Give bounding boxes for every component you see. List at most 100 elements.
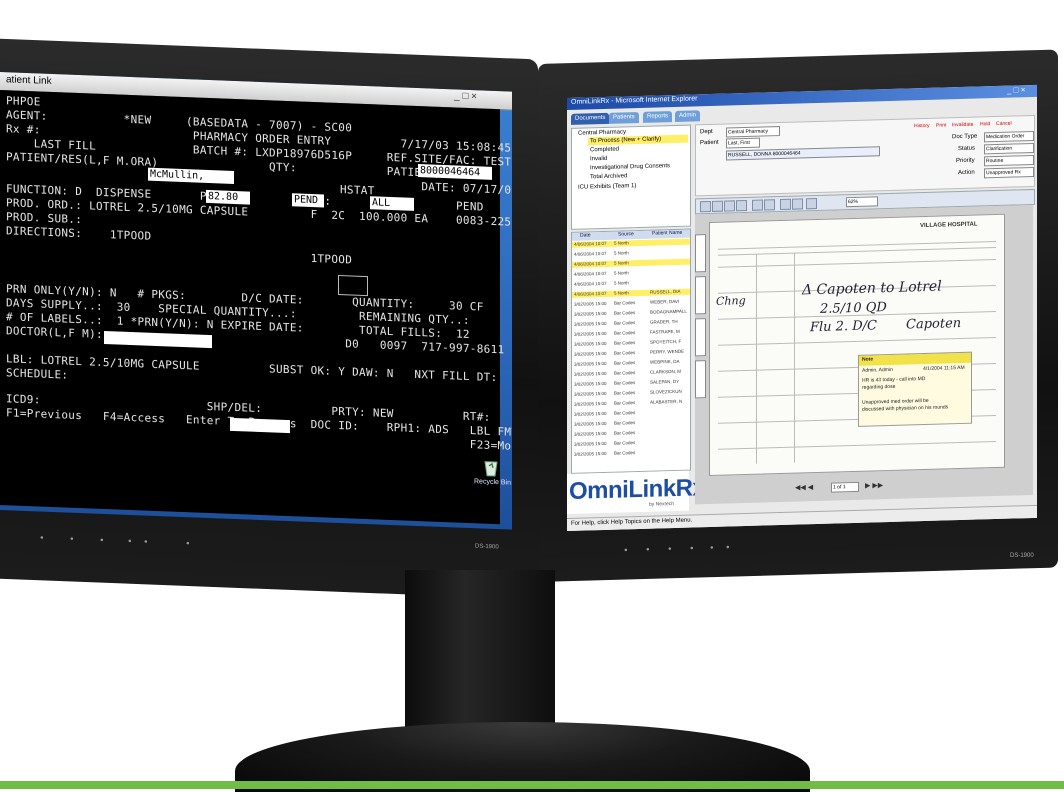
queue-row[interactable]: 3/02/2005 15:00 Bar Codes GRADER, TH xyxy=(572,319,690,328)
terminal-window-title: atient Link xyxy=(6,74,52,87)
rotate-icon[interactable] xyxy=(736,199,747,212)
note-author: Admin, Admin xyxy=(862,366,893,374)
terminal-area[interactable]: PHPOE AGENT: *NEW (BASEDATA - 7007) - SC… xyxy=(0,90,512,525)
monitor-button[interactable]: ● xyxy=(70,536,74,542)
queue-row[interactable]: 4/06/2004 10:07 5 North xyxy=(572,269,690,278)
patient-search-field[interactable]: Last, First xyxy=(726,137,760,149)
pan-icon[interactable] xyxy=(792,198,803,210)
queue-row[interactable]: 4/06/2004 10:07 5 North xyxy=(572,258,690,268)
monitor-button[interactable]: ● xyxy=(726,545,730,551)
queue-row[interactable]: 3/02/2005 15:00 Bar Codes xyxy=(572,409,690,418)
monitor-button[interactable]: ● xyxy=(128,539,132,545)
queue-row[interactable]: 3/02/2005 15:00 Bar Codes SALEPAN, DY xyxy=(572,379,690,388)
status-select[interactable]: Clarification xyxy=(984,142,1034,155)
queue-row[interactable]: 3/02/2005 15:00 Bar Codes WEBPINK, DA xyxy=(572,359,690,368)
power-button[interactable]: ● xyxy=(186,541,190,547)
patient-panel: Dept Central Pharmacy Patient Last, Firs… xyxy=(695,114,1035,197)
queue-row[interactable]: 4/06/2004 10:07 5 North RUSSELL, DIA xyxy=(572,288,690,298)
print-icon[interactable] xyxy=(712,200,723,212)
tab-patients[interactable]: Patients xyxy=(609,111,639,124)
action-select[interactable]: Unapproved Rx xyxy=(984,166,1034,179)
queue-row[interactable]: 3/02/2005 15:00 Bar Codes xyxy=(572,429,690,438)
queue-row[interactable]: 4/06/2004 10:07 5 North xyxy=(572,249,690,258)
next-page-icon[interactable]: ▶ ▶▶ xyxy=(865,481,883,490)
save-icon[interactable] xyxy=(700,200,711,213)
zoom-icon[interactable] xyxy=(780,198,791,211)
side-tab[interactable] xyxy=(695,318,706,357)
tree-item[interactable]: ICU Exhibits (Team 1) xyxy=(578,183,636,191)
zoom-level[interactable]: 62% xyxy=(846,196,878,208)
hold-link[interactable]: Hold xyxy=(980,121,990,127)
monitor-button[interactable]: ● xyxy=(624,548,628,554)
queue-cell: 3/02/2005 15:00 xyxy=(574,400,607,407)
priority-label: Priority xyxy=(956,157,975,165)
queue-row[interactable]: 3/02/2005 15:00 Bar Codes SLOVEZICKUN xyxy=(572,389,690,398)
tree-item[interactable]: Total Archived xyxy=(590,173,627,180)
queue-row[interactable]: 3/02/2005 15:00 Bar Codes xyxy=(572,419,690,428)
page-indicator[interactable]: 1 of 1 xyxy=(831,481,859,493)
prev-page-icon[interactable]: ◀◀ ◀ xyxy=(795,483,813,492)
queue-cell: GRADER, TH xyxy=(650,318,678,325)
copy-icon[interactable] xyxy=(724,200,735,212)
dept-select[interactable]: Central Pharmacy xyxy=(726,126,780,138)
plan-field[interactable]: PEND xyxy=(292,193,324,208)
annotate-icon[interactable] xyxy=(752,199,763,211)
fit-icon[interactable] xyxy=(806,198,817,210)
doctor-field[interactable] xyxy=(104,330,212,349)
monitor-button[interactable]: ● xyxy=(668,546,672,552)
queue-col-source[interactable]: Source xyxy=(618,231,634,237)
queue-row[interactable]: 3/02/2005 15:00 Bar Codes xyxy=(572,439,690,448)
window-controls-icon[interactable]: _ □ × xyxy=(1007,85,1025,95)
doc-type-select[interactable]: Medication Order xyxy=(984,130,1034,143)
priority-select[interactable]: Routine xyxy=(984,154,1034,167)
doc-id-field[interactable] xyxy=(230,417,290,434)
tab-documents[interactable]: Documents xyxy=(571,112,610,125)
queue-cell: 4/06/2004 10:07 xyxy=(574,240,607,247)
queue-row[interactable]: 3/02/2005 15:00 Bar Codes ALABASTER, N xyxy=(572,399,690,408)
queue-cell: Bar Codes xyxy=(614,450,636,456)
highlight-icon[interactable] xyxy=(764,199,775,211)
patient-name-field[interactable]: McMullin, Patty xyxy=(148,167,234,194)
window-controls-icon[interactable]: _ □ × xyxy=(454,90,477,102)
side-tab[interactable] xyxy=(695,360,706,399)
monitor-button[interactable]: ● xyxy=(144,539,148,545)
queue-row[interactable]: 3/02/2005 15:00 Bar Codes FASTRAPE, M xyxy=(572,329,690,338)
queue-row[interactable]: 3/02/2005 15:00 Bar Codes PERRY, WENDE xyxy=(572,349,690,358)
patient-record[interactable]: RUSSELL, DONNA 8000046464 xyxy=(726,146,880,161)
invalidate-link[interactable]: Invalidate xyxy=(952,122,973,129)
action-label: Action xyxy=(958,169,975,177)
queue-row[interactable]: 3/02/2005 15:00 Bar Codes xyxy=(572,449,690,458)
handwriting: 2.5/10 QD xyxy=(820,300,887,317)
tab-admin[interactable]: Admin xyxy=(675,110,701,122)
side-tab[interactable] xyxy=(695,276,706,315)
tree-item[interactable]: Invalid xyxy=(590,156,607,162)
monitor-button[interactable]: ● xyxy=(710,545,714,551)
tab-reports[interactable]: Reports xyxy=(643,111,673,123)
tree-item[interactable]: Completed xyxy=(590,147,619,154)
cancel-link[interactable]: Cancel xyxy=(996,121,1012,127)
queue-cell: RUSSELL, DIA xyxy=(650,288,681,295)
queue-row[interactable]: 3/02/2005 15:00 Bar Codes BODAGNAMPALL xyxy=(572,309,690,318)
patient-id-field[interactable]: 8000046464 xyxy=(418,164,492,180)
recycle-bin-icon[interactable] xyxy=(480,458,502,477)
history-link[interactable]: History xyxy=(914,123,930,129)
monitor-button[interactable]: ● xyxy=(690,546,694,552)
queue-cell: PERRY, WENDE xyxy=(650,348,685,355)
queue-cell: Bar Codes xyxy=(614,410,636,416)
side-tab[interactable] xyxy=(695,234,706,273)
sticky-note[interactable]: Note Admin, Admin 4/1/2004 11:15 AM HR i… xyxy=(858,351,972,427)
queue-row[interactable]: 3/02/2005 15:00 Bar Codes CLARKSON, M xyxy=(572,369,690,378)
monitor-button[interactable]: ● xyxy=(100,537,104,543)
queue-col-date[interactable]: Date xyxy=(580,232,591,238)
queue-cell: 5 North xyxy=(614,290,629,296)
queue-row[interactable]: 4/06/2004 10:07 5 North xyxy=(572,279,690,288)
monitor-button[interactable]: ● xyxy=(646,547,650,553)
tree-item[interactable]: Investigational Drug Consents xyxy=(590,163,670,171)
price-field[interactable]: 82.80 xyxy=(206,189,250,205)
monitor-button[interactable]: ● xyxy=(40,535,44,541)
print-link[interactable]: Print xyxy=(936,122,946,128)
queue-row[interactable]: 3/02/2005 15:00 Bar Codes SPOYEITCH, F xyxy=(572,339,690,348)
queue-row[interactable]: 3/02/2005 15:00 Bar Codes WEBER, DAVI xyxy=(572,299,690,308)
table-field[interactable]: ALL xyxy=(370,196,414,211)
queue-col-patient[interactable]: Patient Name xyxy=(652,230,682,237)
